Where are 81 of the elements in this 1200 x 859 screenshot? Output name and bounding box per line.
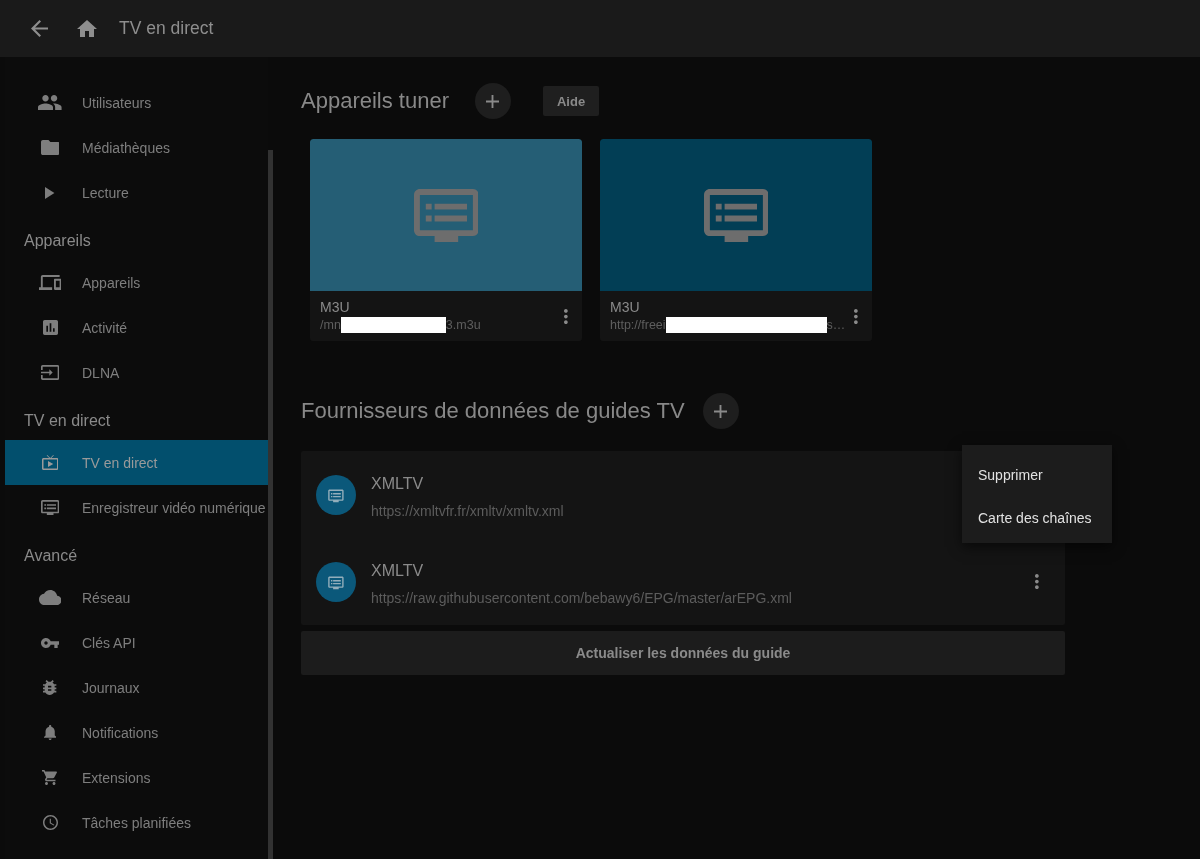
sidebar-item[interactable]: Utilisateurs	[5, 80, 268, 125]
add-button[interactable]	[475, 83, 511, 119]
help-button[interactable]: Aide	[543, 86, 600, 116]
devices-icon	[38, 275, 62, 290]
sidebar-item-label: TV en direct	[82, 454, 158, 471]
tv-list-icon	[703, 188, 769, 242]
more-button[interactable]	[564, 308, 568, 324]
sidebar-item-label: Lecture	[82, 184, 129, 201]
menu-item[interactable]: Supprimer	[962, 453, 1112, 496]
tuner-path-start: /mn	[320, 317, 341, 332]
tuner-card-title: M3U	[610, 299, 640, 315]
more-vertical-icon	[564, 308, 568, 324]
sidebar-item[interactable]: TV en direct	[5, 440, 268, 485]
sidebar-item-label: DLNA	[82, 364, 120, 381]
sidebar-item-label: Utilisateurs	[82, 94, 152, 111]
sidebar-item-label: Tâches planifiées	[82, 814, 191, 831]
refresh-guide-button[interactable]: Actualiser les données du guide	[301, 631, 1065, 675]
page-title: TV en direct	[119, 18, 214, 39]
more-button[interactable]	[1035, 574, 1039, 589]
back-arrow-icon	[31, 20, 48, 37]
sidebar-item-label: Journaux	[82, 679, 140, 696]
play-icon	[45, 186, 55, 199]
provider-title: XMLTV	[371, 561, 424, 580]
clock-icon	[42, 815, 58, 830]
folder-icon	[40, 140, 60, 155]
sidebar-item[interactable]: Extensions	[5, 755, 268, 800]
section-title: Fournisseurs de données de guides TV	[301, 398, 685, 424]
tuner-card-title: M3U	[320, 299, 350, 315]
sidebar-item[interactable]: Journaux	[5, 665, 268, 710]
sidebar-item[interactable]: Tâches planifiées	[5, 800, 268, 845]
sidebar-item[interactable]: Notifications	[5, 710, 268, 755]
sidebar-section-heading: TV en direct	[23, 410, 112, 431]
plus-icon	[486, 94, 500, 108]
sidebar-section-heading: Avancé	[23, 545, 79, 566]
tv-list-icon	[40, 500, 60, 515]
tuner-path-end: 3.m3u	[445, 317, 481, 332]
plus-icon	[714, 404, 728, 418]
bar-chart-icon	[42, 320, 58, 335]
sidebar-item[interactable]: Médiathèques	[5, 125, 268, 170]
sidebar-item-label: Clés API	[82, 634, 136, 651]
menu-item[interactable]: Carte des chaînes	[962, 496, 1112, 539]
cloud-icon	[38, 590, 62, 605]
sidebar-item[interactable]: Appareils	[5, 260, 268, 305]
provider-title: XMLTV	[371, 474, 424, 493]
sidebar-section-heading: Appareils	[23, 230, 92, 251]
home-button[interactable]	[77, 20, 97, 37]
provider-url: https://raw.githubusercontent.com/bebawy6/EPG/master/arEPG.xml	[371, 589, 792, 606]
sidebar-item[interactable]: Réseau	[5, 575, 268, 620]
sidebar-item-label: Réseau	[82, 589, 131, 606]
add-button[interactable]	[702, 393, 739, 429]
sidebar-item-label: Médiathèques	[82, 139, 170, 156]
sidebar-item[interactable]: Clés API	[5, 620, 268, 665]
sidebar-item[interactable]: DLNA	[5, 350, 268, 395]
people-icon	[38, 95, 62, 110]
sidebar-item[interactable]: Lecture	[5, 170, 268, 215]
section-title: Appareils tuner	[301, 88, 449, 114]
sidebar-item-label: Notifications	[82, 724, 159, 741]
sidebar-item[interactable]: Activité	[5, 305, 268, 350]
tv-list-icon	[413, 188, 479, 242]
home-icon	[77, 20, 97, 37]
back-button[interactable]	[31, 20, 48, 37]
sidebar-item-label: Extensions	[82, 769, 151, 786]
sidebar-item-label: Enregistreur vidéo numérique	[82, 499, 266, 516]
sidebar-item-label: Appareils	[82, 274, 141, 291]
sidebar-item[interactable]: Enregistreur vidéo numérique	[5, 485, 268, 530]
scrollbar-thumb[interactable]	[268, 150, 273, 859]
bell-icon	[43, 725, 57, 740]
tv-list-icon	[316, 561, 356, 602]
more-vertical-icon	[854, 308, 858, 324]
tv-list-icon	[316, 474, 356, 515]
tv-play-icon	[41, 455, 59, 470]
bug-icon	[43, 680, 57, 695]
provider-url: https://xmltvfr.fr/xmltv/xmltv.xml	[371, 502, 564, 519]
more-button[interactable]	[854, 308, 858, 324]
tuner-path-end: s…	[826, 317, 846, 332]
tuner-path-start: http://freei	[610, 317, 666, 332]
sidebar-item-label: Activité	[82, 319, 128, 336]
key-icon	[40, 637, 60, 648]
more-vertical-icon	[1035, 574, 1039, 589]
input-icon	[40, 365, 60, 380]
cart-icon	[41, 770, 59, 785]
